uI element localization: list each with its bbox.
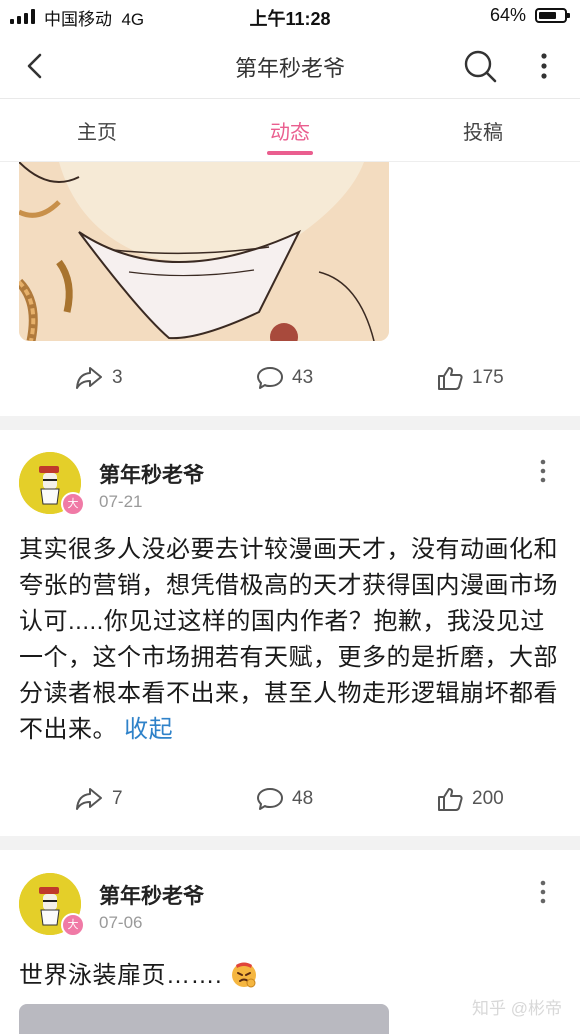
post-content: 世界泳装扉页……. bbox=[19, 955, 259, 990]
tab-home[interactable]: 主页 bbox=[37, 116, 157, 145]
share-icon bbox=[76, 367, 102, 389]
active-tab-indicator bbox=[267, 151, 313, 155]
more-button[interactable] bbox=[528, 48, 560, 84]
post-more-button[interactable] bbox=[533, 458, 553, 484]
comment-button[interactable]: 48 bbox=[256, 786, 313, 812]
share-count: 3 bbox=[112, 367, 123, 388]
share-count: 7 bbox=[112, 788, 123, 809]
author-name[interactable]: 第年秒老爷 bbox=[99, 459, 204, 489]
post-image[interactable] bbox=[19, 1004, 389, 1034]
post-date: 07-06 bbox=[99, 913, 143, 932]
share-button[interactable]: 7 bbox=[74, 786, 123, 812]
share-button[interactable]: 3 bbox=[74, 365, 123, 391]
verified-badge: 大 bbox=[61, 492, 85, 516]
battery-icon bbox=[535, 8, 570, 23]
tab-bar: 主页 动态 投稿 bbox=[0, 99, 580, 162]
thumbs-up-icon bbox=[438, 367, 463, 390]
like-button[interactable]: 175 bbox=[436, 365, 504, 391]
more-vertical-icon bbox=[540, 880, 546, 904]
share-icon bbox=[76, 788, 102, 810]
post-text: 世界泳装扉页……. bbox=[19, 962, 223, 989]
search-icon bbox=[464, 50, 497, 83]
section-divider bbox=[0, 836, 580, 850]
section-divider bbox=[0, 416, 580, 430]
comment-button[interactable]: 43 bbox=[256, 365, 313, 391]
collapse-link[interactable]: 收起 bbox=[124, 716, 173, 743]
post-image[interactable] bbox=[19, 162, 389, 341]
search-button[interactable] bbox=[460, 46, 500, 86]
watermark: 知乎 @彬帝 bbox=[472, 999, 562, 1018]
avatar[interactable]: 大 bbox=[19, 452, 85, 516]
like-count: 200 bbox=[472, 788, 504, 809]
manga-illustration bbox=[19, 162, 389, 341]
like-button[interactable]: 200 bbox=[436, 786, 504, 812]
comment-count: 43 bbox=[292, 367, 314, 388]
nav-bar: 第年秒老爷 bbox=[0, 34, 580, 99]
battery-percent: 64% bbox=[490, 5, 527, 25]
more-vertical-icon bbox=[541, 53, 547, 79]
thumbs-up-icon bbox=[438, 788, 463, 811]
avatar[interactable]: 大 bbox=[19, 873, 85, 937]
comment-count: 48 bbox=[292, 788, 314, 809]
comment-icon bbox=[257, 367, 283, 389]
like-count: 175 bbox=[472, 367, 504, 388]
tab-activity[interactable]: 动态 bbox=[230, 116, 350, 145]
post-more-button[interactable] bbox=[533, 879, 553, 905]
post-date: 07-21 bbox=[99, 492, 143, 511]
post-content: 其实很多人没必要去计较漫画天才，没有动画化和夸张的营销，想凭借极高的天才获得国内… bbox=[19, 532, 564, 748]
verified-badge: 大 bbox=[61, 913, 85, 937]
comment-icon bbox=[257, 788, 283, 810]
angry-face-emoji-icon bbox=[232, 962, 257, 988]
post-text: 其实很多人没必要去计较漫画天才，没有动画化和夸张的营销，想凭借极高的天才获得国内… bbox=[19, 536, 558, 743]
author-name[interactable]: 第年秒老爷 bbox=[99, 880, 204, 910]
tab-submissions[interactable]: 投稿 bbox=[423, 116, 543, 145]
more-vertical-icon bbox=[540, 459, 546, 483]
status-bar: 中国移动 4G 上午11:28 64% bbox=[0, 0, 580, 34]
